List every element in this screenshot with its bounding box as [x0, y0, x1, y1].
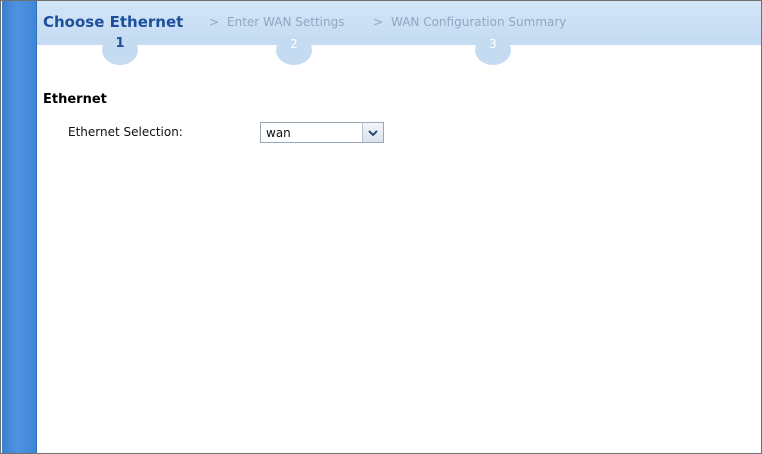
ethernet-selection-value: wan	[266, 126, 291, 140]
dropdown-button[interactable]	[362, 123, 383, 142]
wizard-window: Choose Ethernet > Enter WAN Settings > W…	[0, 0, 762, 454]
ethernet-selection-dropdown[interactable]: wan	[260, 122, 384, 143]
step-choose-ethernet: Choose Ethernet	[43, 13, 184, 31]
step-separator: >	[373, 15, 384, 29]
step-number-2: 2	[276, 35, 312, 65]
section-title-ethernet: Ethernet	[43, 92, 107, 107]
step-separator: >	[209, 15, 220, 29]
wizard-bar-divider	[37, 45, 761, 49]
left-sidebar-strip	[2, 1, 37, 453]
ethernet-selection-label: Ethernet Selection:	[68, 125, 183, 139]
chevron-down-icon	[368, 129, 378, 136]
step-wan-configuration-summary: WAN Configuration Summary	[391, 15, 567, 29]
step-number-3: 3	[475, 35, 511, 65]
step-enter-wan-settings: Enter WAN Settings	[227, 15, 345, 29]
step-number-1: 1	[102, 35, 138, 65]
